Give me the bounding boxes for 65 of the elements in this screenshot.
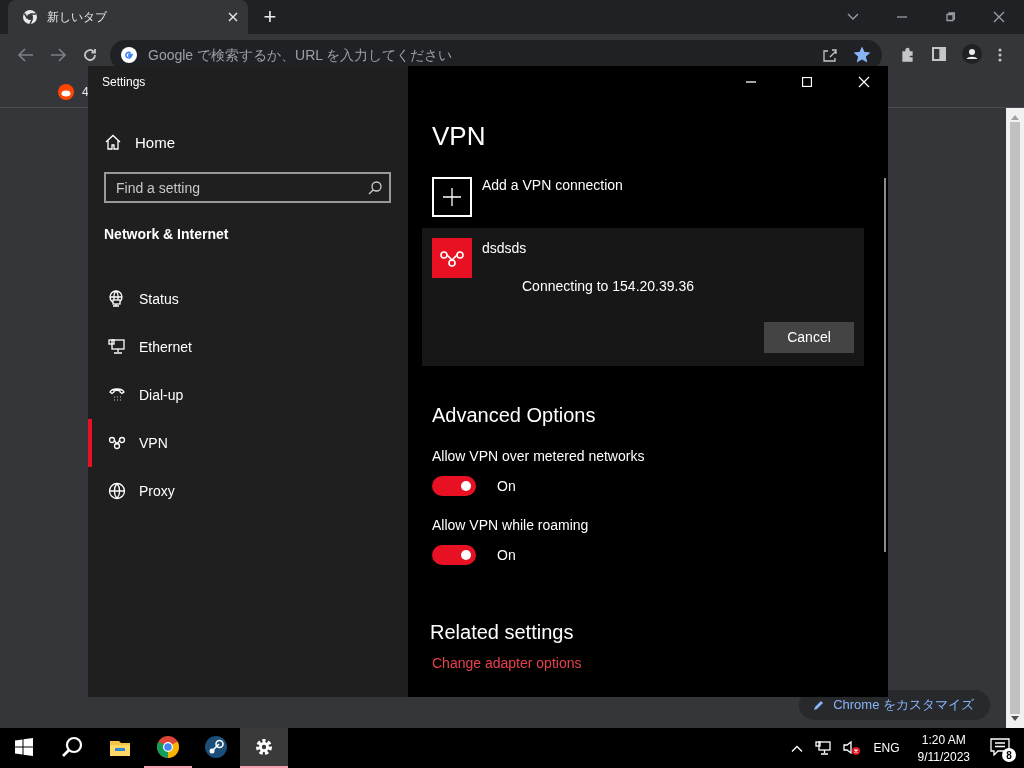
adapter-options-link[interactable]: Change adapter options [432,655,582,671]
notification-count: 8 [1002,748,1016,762]
nav-item[interactable]: Dial-up [88,371,408,419]
setting-label: Allow VPN while roaming [432,517,589,533]
more-icon[interactable] [998,48,1002,62]
cancel-button[interactable]: Cancel [764,321,854,353]
chevron-up-icon[interactable] [791,744,804,752]
nav-item[interactable]: Ethernet [88,323,408,371]
browser-tab[interactable]: 新しいタブ [8,0,248,34]
nav-item[interactable]: Proxy [88,467,408,515]
add-vpn-button[interactable]: Add a VPN connection [432,174,623,217]
star-icon[interactable] [854,47,870,63]
setting-label: Allow VPN over metered networks [432,448,645,464]
toggle-switch[interactable] [432,545,476,565]
new-tab-button[interactable]: + [256,0,284,34]
phone-icon [108,386,126,404]
globe-monitor-icon [108,290,126,308]
globe-icon [108,482,126,500]
knot-icon [432,238,472,278]
section-heading: Related settings [430,621,574,644]
google-logo-icon [120,46,138,64]
monitor-icon [108,338,126,356]
nav-item[interactable]: Status [88,275,408,323]
search-icon [61,736,83,758]
toggle-state: On [497,478,516,494]
extensions-icon[interactable] [900,47,916,63]
restore-icon[interactable] [945,12,955,22]
search-icon[interactable] [368,181,382,195]
taskbar-app[interactable] [240,728,288,768]
chrome-logo-icon [156,735,180,759]
share-icon[interactable] [822,47,838,63]
maximize-icon[interactable] [802,77,812,87]
section-heading: Network & Internet [104,226,229,242]
chevron-down-icon[interactable] [847,13,859,21]
scrollbar[interactable] [1006,108,1024,728]
clock[interactable]: 1:20 AM 9/11/2023 [911,732,976,764]
forward-icon[interactable] [50,48,66,62]
pencil-icon [813,699,826,711]
home-link[interactable]: Home [88,122,181,162]
page-title: VPN [432,121,486,152]
network-icon[interactable] [815,741,832,755]
search-field[interactable]: Find a setting [104,172,391,203]
windows-logo-icon [15,738,33,756]
home-icon [105,134,121,150]
side-panel-icon[interactable] [932,46,946,61]
browser-logo-icon [22,9,38,25]
steam-logo-icon [204,735,228,759]
connection-name: dsdsds [482,240,527,258]
knot-icon [108,434,126,452]
reload-icon[interactable] [82,47,98,63]
plus-icon [443,188,461,206]
muted-speaker-icon[interactable] [843,740,862,756]
connection-status: Connecting to 154.20.39.36 [522,278,695,297]
profile-icon[interactable] [962,43,982,64]
toggle-state: On [497,547,516,563]
scroll-down-icon[interactable] [1011,716,1019,722]
close-icon[interactable] [993,11,1005,23]
vpn-connection-card[interactable]: dsdsds Connecting to 154.20.39.36 Cancel [422,228,864,366]
language-indicator[interactable]: ENG [873,741,900,755]
back-icon[interactable] [18,48,34,62]
scrollbar[interactable] [884,178,886,552]
toggle-switch[interactable] [432,476,476,496]
bookmark-item[interactable]: 4 [58,83,89,100]
section-heading: Advanced Options [432,404,596,427]
window-title: Settings [102,75,146,89]
